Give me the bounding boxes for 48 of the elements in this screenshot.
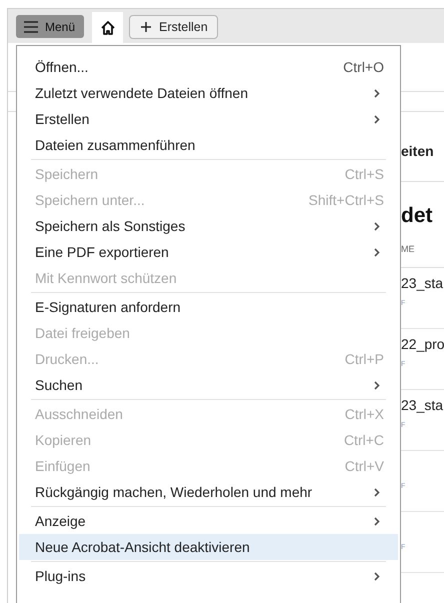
- menu-item-label: Rückgängig machen, Wiederholen und mehr: [35, 484, 314, 500]
- menu-item-label: Kopieren: [35, 432, 92, 448]
- menu-item-label: Suchen: [35, 377, 84, 393]
- menu-item-label: Speichern: [35, 166, 100, 182]
- menu-item-label: Dateien zusammenführen: [35, 137, 196, 153]
- menu-item-label: Anzeige: [35, 513, 87, 529]
- file-name: 22_pro: [401, 336, 444, 353]
- menu-item-label: Drucken...: [35, 351, 100, 367]
- menu-item[interactable]: Suchen: [19, 372, 398, 398]
- menu-item[interactable]: E-Signaturen anfordern: [19, 294, 398, 320]
- menu-item-label: Zuletzt verwendete Dateien öffnen: [35, 85, 249, 101]
- menu-item-label: Neue Acrobat-Ansicht deaktivieren: [35, 539, 251, 555]
- menu-item-label: Speichern unter...: [35, 192, 146, 208]
- menu-button[interactable]: Menü: [16, 15, 84, 38]
- menu-item-label: Plug-ins: [35, 568, 87, 584]
- shortcut-text: Ctrl+S: [344, 166, 384, 182]
- menu-item-label: E-Signaturen anfordern: [35, 299, 182, 315]
- file-name: 23_sta: [401, 275, 444, 292]
- menu-item-label: Datei freigeben: [35, 325, 131, 341]
- home-icon: [100, 20, 116, 35]
- menu-item-label: Einfügen: [35, 458, 92, 474]
- menu-item[interactable]: Neue Acrobat-Ansicht deaktivieren: [19, 534, 398, 560]
- menu-item[interactable]: Anzeige: [19, 508, 398, 534]
- menu-item[interactable]: Eine PDF exportieren: [19, 239, 398, 265]
- file-name: 23_sta: [401, 397, 444, 414]
- shortcut-text: Ctrl+X: [344, 406, 384, 422]
- menu-item[interactable]: Zuletzt verwendete Dateien öffnen: [19, 80, 398, 106]
- create-button[interactable]: Erstellen: [129, 15, 218, 39]
- shortcut-text: Ctrl+V: [344, 458, 384, 474]
- menu-item-label: Öffnen...: [35, 59, 90, 75]
- menu-icon: [24, 20, 38, 32]
- shortcut-text: Shift+Ctrl+S: [308, 192, 384, 208]
- menu-item-label: Erstellen: [35, 111, 90, 127]
- menu-item-label: Speichern als Sonstiges: [35, 218, 186, 234]
- menu-item[interactable]: Speichern als Sonstiges: [19, 213, 398, 239]
- menu-item[interactable]: Öffnen... Ctrl+O: [19, 54, 398, 80]
- heading: det: [401, 204, 434, 228]
- shortcut-text: Ctrl+O: [343, 59, 384, 75]
- menu-item[interactable]: Dateien zusammenführen: [19, 132, 398, 158]
- shortcut-text: Ctrl+P: [344, 351, 384, 367]
- menu-item[interactable]: Plug-ins: [19, 563, 398, 589]
- menu-item-label: Mit Kennwort schützen: [35, 270, 178, 286]
- plus-icon: [141, 22, 152, 32]
- menu-item[interactable]: Rückgängig machen, Wiederholen und mehr: [19, 479, 398, 505]
- home-tab[interactable]: [92, 12, 124, 43]
- menu-item-label: Eine PDF exportieren: [35, 244, 170, 260]
- shortcut-text: Ctrl+C: [344, 432, 384, 448]
- menu-item-label: Ausschneiden: [35, 406, 124, 422]
